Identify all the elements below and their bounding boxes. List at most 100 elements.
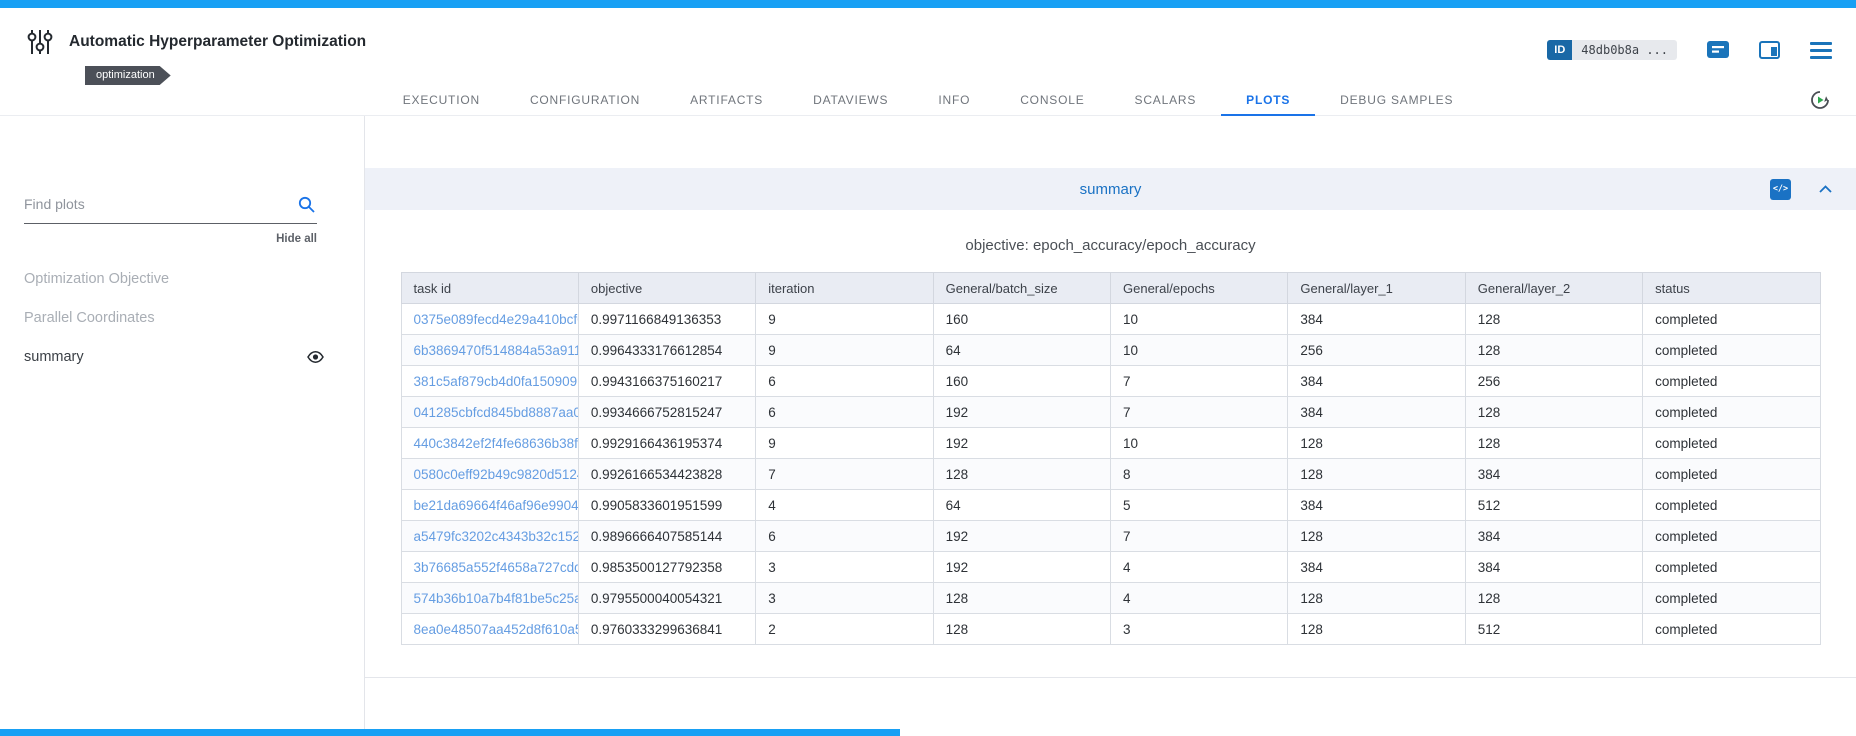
table-cell: 384 <box>1288 304 1465 335</box>
table-cell: 160 <box>933 366 1110 397</box>
table-row: 6b3869470f514884a53a9110.996433317661285… <box>401 335 1820 366</box>
tab-debug-samples[interactable]: DEBUG SAMPLES <box>1315 93 1478 115</box>
table-cell: 192 <box>933 552 1110 583</box>
table-cell: 384 <box>1465 552 1642 583</box>
hide-all-link[interactable]: Hide all <box>0 233 317 245</box>
id-badge[interactable]: ID 48db0b8a ... <box>1547 40 1677 60</box>
task-id-link[interactable]: be21da69664f46af96e9904 <box>401 490 578 521</box>
column-header: objective <box>578 273 755 304</box>
column-header: task id <box>401 273 578 304</box>
table-cell: 0.9853500127792358 <box>578 552 755 583</box>
table-cell: 3 <box>756 583 933 614</box>
table-cell: 512 <box>1465 614 1642 645</box>
table-row: 440c3842ef2f4fe68636b38f0.99291664361953… <box>401 428 1820 459</box>
table-cell: 128 <box>1288 428 1465 459</box>
plot-title: objective: epoch_accuracy/epoch_accuracy <box>365 237 1856 254</box>
table-cell: completed <box>1643 614 1820 645</box>
search-icon[interactable] <box>298 196 315 213</box>
table-cell: 384 <box>1288 397 1465 428</box>
plots-main-panel: summary </> objective: epoch_accuracy/ep… <box>365 116 1856 736</box>
table-cell: 128 <box>1465 304 1642 335</box>
table-cell: completed <box>1643 490 1820 521</box>
summary-table: task idobjectiveiterationGeneral/batch_s… <box>401 272 1821 645</box>
task-id-link[interactable]: a5479fc3202c4343b32c152 <box>401 521 578 552</box>
task-id-link[interactable]: 8ea0e48507aa452d8f610a5 <box>401 614 578 645</box>
table-row: 574b36b10a7b4f81be5c25a0.979550004005432… <box>401 583 1820 614</box>
sidebar-item-optimization-objective[interactable]: Optimization Objective <box>24 259 324 298</box>
comment-icon[interactable] <box>1707 41 1729 60</box>
table-cell: completed <box>1643 583 1820 614</box>
table-row: 0375e089fecd4e29a410bcf60.99711668491363… <box>401 304 1820 335</box>
tab-artifacts[interactable]: ARTIFACTS <box>665 93 788 115</box>
column-header: General/epochs <box>1111 273 1288 304</box>
collapse-chevron-up-icon[interactable] <box>1819 185 1832 193</box>
table-cell: 128 <box>1465 397 1642 428</box>
table-cell: 9 <box>756 335 933 366</box>
column-header: iteration <box>756 273 933 304</box>
task-id-link[interactable]: 041285cbfcd845bd8887aa0 <box>401 397 578 428</box>
table-row: be21da69664f46af96e99040.990583360195159… <box>401 490 1820 521</box>
table-cell: 0.9934666752815247 <box>578 397 755 428</box>
summary-plot-area: objective: epoch_accuracy/epoch_accuracy… <box>365 210 1856 678</box>
sidebar-item-summary[interactable]: summary <box>24 337 324 376</box>
table-cell: 7 <box>756 459 933 490</box>
menu-icon[interactable] <box>1810 42 1832 59</box>
table-cell: 128 <box>1288 614 1465 645</box>
id-badge-label: ID <box>1547 40 1572 60</box>
table-cell: 128 <box>1288 583 1465 614</box>
tab-info[interactable]: INFO <box>913 93 995 115</box>
table-cell: completed <box>1643 552 1820 583</box>
details-panel-icon[interactable] <box>1759 41 1780 59</box>
table-cell: 4 <box>756 490 933 521</box>
table-cell: 8 <box>1111 459 1288 490</box>
table-cell: 64 <box>933 490 1110 521</box>
sidebar-item-parallel-coordinates[interactable]: Parallel Coordinates <box>24 298 324 337</box>
table-cell: 128 <box>1465 428 1642 459</box>
tab-bar: EXECUTIONCONFIGURATIONARTIFACTSDATAVIEWS… <box>0 88 1856 116</box>
table-cell: 7 <box>1111 397 1288 428</box>
summary-panel-title: summary <box>365 181 1856 198</box>
table-cell: 3 <box>756 552 933 583</box>
search-input[interactable] <box>24 196 291 212</box>
task-id-link[interactable]: 440c3842ef2f4fe68636b38f <box>401 428 578 459</box>
tab-console[interactable]: CONSOLE <box>995 93 1109 115</box>
table-row: 8ea0e48507aa452d8f610a50.976033329963684… <box>401 614 1820 645</box>
table-cell: 0.9964333176612854 <box>578 335 755 366</box>
tab-configuration[interactable]: CONFIGURATION <box>505 93 665 115</box>
table-cell: 2 <box>756 614 933 645</box>
table-cell: 512 <box>1465 490 1642 521</box>
auto-refresh-icon[interactable] <box>1810 90 1830 110</box>
tab-dataviews[interactable]: DATAVIEWS <box>788 93 913 115</box>
table-cell: 5 <box>1111 490 1288 521</box>
experiment-tag[interactable]: optimization <box>85 66 171 85</box>
table-cell: 128 <box>933 614 1110 645</box>
column-header: General/layer_1 <box>1288 273 1465 304</box>
task-id-link[interactable]: 574b36b10a7b4f81be5c25a <box>401 583 578 614</box>
table-cell: 4 <box>1111 583 1288 614</box>
task-id-link[interactable]: 0375e089fecd4e29a410bcf6 <box>401 304 578 335</box>
table-cell: 128 <box>933 459 1110 490</box>
sidebar-item-label: Optimization Objective <box>24 271 169 287</box>
table-cell: completed <box>1643 304 1820 335</box>
embed-code-icon[interactable]: </> <box>1770 179 1791 200</box>
tab-plots[interactable]: PLOTS <box>1221 93 1315 116</box>
table-cell: 160 <box>933 304 1110 335</box>
table-cell: 0.9926166534423828 <box>578 459 755 490</box>
task-id-link[interactable]: 381c5af879cb4d0fa1509091 <box>401 366 578 397</box>
table-row: 3b76685a552f4658a727cdd0.985350012779235… <box>401 552 1820 583</box>
tab-execution[interactable]: EXECUTION <box>378 93 505 115</box>
table-row: 0580c0eff92b49c9820d51240.99261665344238… <box>401 459 1820 490</box>
task-id-link[interactable]: 3b76685a552f4658a727cdd <box>401 552 578 583</box>
table-cell: completed <box>1643 428 1820 459</box>
table-cell: 256 <box>1465 366 1642 397</box>
bottom-accent-bar <box>0 729 900 736</box>
task-id-link[interactable]: 6b3869470f514884a53a911 <box>401 335 578 366</box>
tab-scalars[interactable]: SCALARS <box>1110 93 1222 115</box>
eye-icon[interactable] <box>307 351 324 363</box>
table-cell: 9 <box>756 304 933 335</box>
top-status-bar <box>0 0 1856 8</box>
table-cell: 128 <box>1288 459 1465 490</box>
column-header: General/batch_size <box>933 273 1110 304</box>
task-id-link[interactable]: 0580c0eff92b49c9820d5124 <box>401 459 578 490</box>
table-cell: 192 <box>933 521 1110 552</box>
